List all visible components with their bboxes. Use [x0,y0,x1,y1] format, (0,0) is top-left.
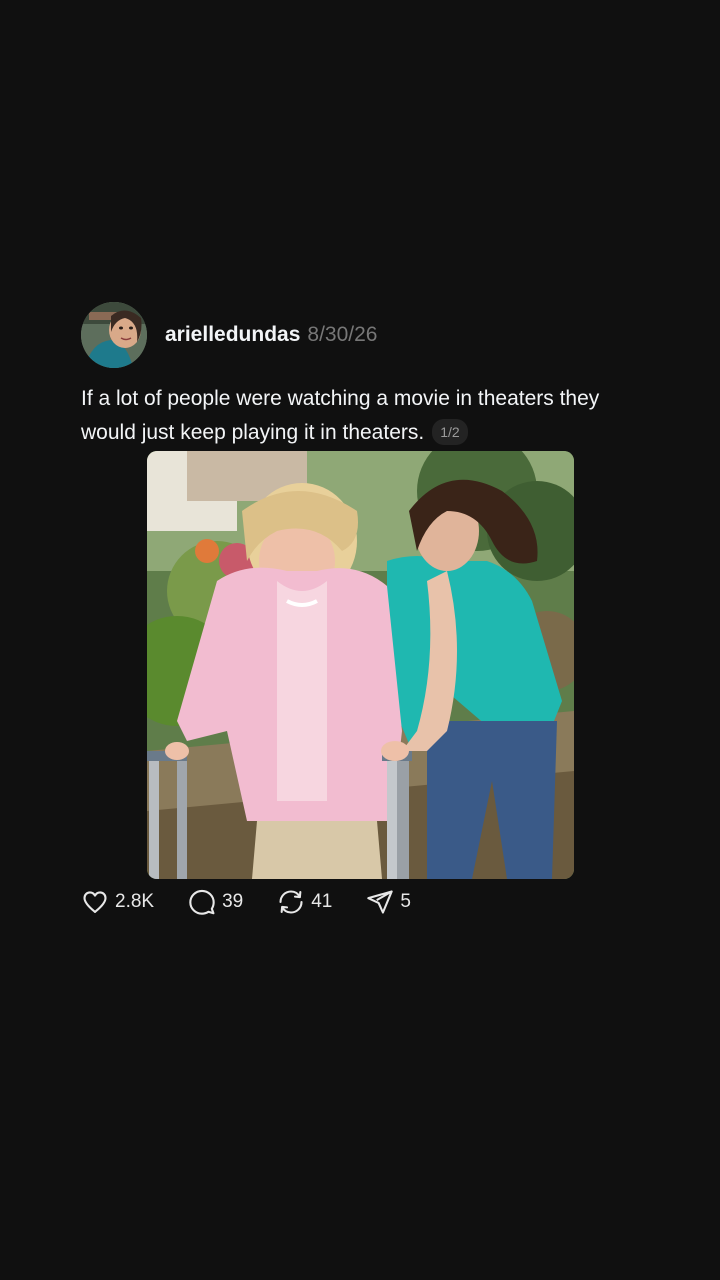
username[interactable]: arielledundas [165,323,300,347]
share-icon [366,888,394,916]
comment-button[interactable]: 39 [188,888,243,916]
post-header: arielledundas 8/30/26 [81,302,641,368]
caption-text: If a lot of people were watching a movie… [81,387,600,444]
heart-icon [81,888,109,916]
post-date: 8/30/26 [307,323,378,346]
avatar[interactable] [81,302,147,368]
post-caption: If a lot of people were watching a movie… [81,382,641,450]
like-count: 2.8K [115,891,155,912]
like-button[interactable]: 2.8K [81,888,154,916]
media-pager-badge: 1/2 [432,419,468,445]
post-image[interactable] [147,451,574,879]
post: arielledundas 8/30/26 If a lot of people… [81,302,641,915]
post-actions: 2.8K 39 41 5 [81,887,445,917]
comment-icon [188,888,216,916]
comment-count: 39 [222,891,244,912]
repost-icon [277,888,305,916]
repost-count: 41 [311,891,333,912]
repost-button[interactable]: 41 [277,888,332,916]
post-meta: arielledundas 8/30/26 [165,323,377,347]
share-button[interactable]: 5 [366,888,411,916]
share-count: 5 [400,891,411,912]
